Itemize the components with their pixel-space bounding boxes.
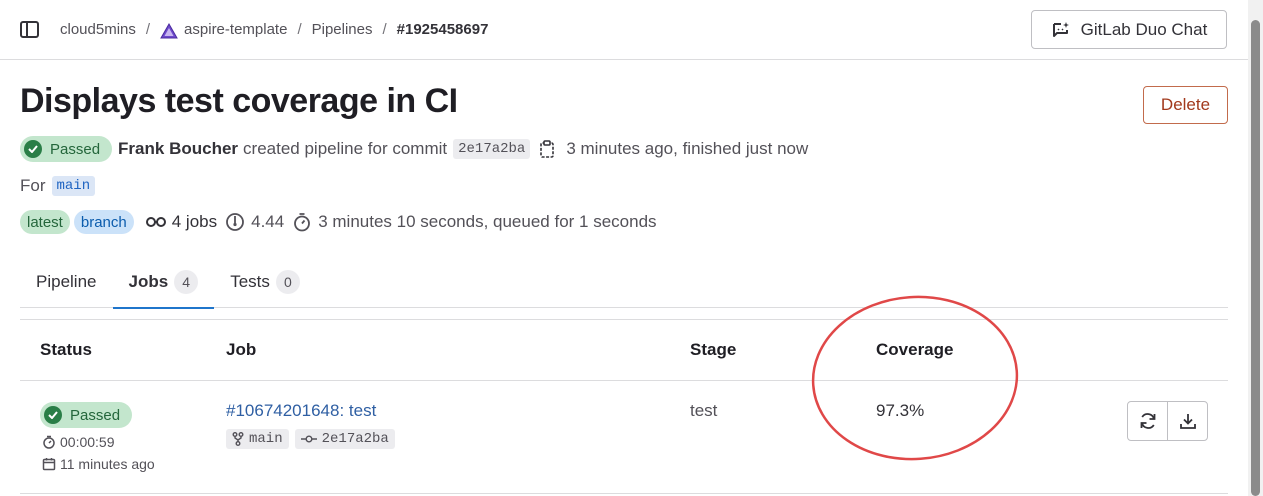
status-label: Passed — [50, 140, 101, 158]
compute-value: 4.44 — [251, 212, 285, 231]
duration-text: 3 minutes 10 seconds, queued for 1 secon… — [318, 212, 657, 231]
job-status-badge[interactable]: Passed — [40, 402, 133, 428]
breadcrumb-group[interactable]: cloud5mins — [60, 21, 136, 38]
scrollbar-thumb[interactable] — [1251, 20, 1260, 496]
breadcrumb-separator: / — [382, 21, 387, 38]
latest-badge[interactable]: latest — [20, 210, 70, 234]
breadcrumb-pipelines[interactable]: Pipelines — [312, 21, 373, 38]
compute-usage: 4.44 — [225, 212, 284, 232]
tab-label: Tests — [230, 272, 270, 291]
jobs-count-label: 4 jobs — [171, 212, 218, 231]
job-duration: 00:00:59 — [42, 434, 115, 450]
for-label: For — [20, 176, 46, 195]
breadcrumb: cloud5mins / aspire-template / Pipelines… — [60, 21, 488, 38]
job-commit-ref[interactable]: 2e17a2ba — [294, 429, 395, 449]
top-bar: cloud5mins / aspire-template / Pipelines… — [0, 0, 1248, 60]
column-header-coverage: Coverage — [876, 340, 954, 359]
column-header-stage: Stage — [690, 340, 737, 359]
job-branch-name: main — [249, 431, 283, 447]
stopwatch-icon — [43, 435, 55, 449]
status-badge[interactable]: Passed — [20, 136, 113, 162]
branch-badge[interactable]: branch — [73, 210, 134, 234]
check-circle-icon — [24, 140, 42, 158]
tab-count-badge: 4 — [174, 270, 199, 294]
time-text: 3 minutes ago, finished just now — [566, 139, 809, 158]
gauge-icon — [226, 213, 245, 231]
created-text: created pipeline for commit — [243, 139, 448, 158]
table-header: Status Job Stage Coverage — [20, 320, 1228, 381]
job-branch-ref[interactable]: main — [226, 429, 289, 449]
breadcrumb-current[interactable]: #1925458697 — [397, 21, 489, 38]
copy-icon[interactable] — [540, 140, 555, 158]
ref-row: For main — [20, 174, 96, 198]
pipeline-stats: latest branch 4 jobs 4.44 3 minutes 10 s… — [20, 209, 657, 235]
tab-count-badge: 0 — [275, 270, 300, 294]
duo-chat-icon — [1052, 21, 1069, 37]
retry-icon — [1140, 413, 1155, 429]
job-finished: 11 minutes ago — [42, 456, 155, 472]
job-link[interactable]: #10674201648: test — [226, 401, 376, 421]
pipeline-icon — [145, 217, 166, 227]
breadcrumb-separator: / — [297, 21, 302, 38]
commit-icon — [300, 435, 317, 443]
download-artifacts-button[interactable] — [1167, 401, 1208, 441]
duo-chat-label: GitLab Duo Chat — [1080, 19, 1208, 39]
job-coverage: 97.3% — [876, 401, 925, 420]
job-commit-sha: 2e17a2ba — [321, 431, 389, 447]
ref-link[interactable]: main — [51, 176, 96, 196]
tab-label: Pipeline — [36, 272, 97, 291]
job-status-label: Passed — [70, 406, 121, 424]
page-title: Displays test coverage in CI — [20, 82, 458, 120]
stopwatch-icon — [294, 213, 311, 232]
column-header-job: Job — [226, 340, 257, 359]
job-finished-value: 11 minutes ago — [60, 456, 155, 472]
tab-tests[interactable]: Tests 0 — [214, 256, 316, 308]
job-stage: test — [690, 401, 718, 420]
column-header-status: Status — [40, 340, 92, 359]
calendar-icon — [42, 458, 56, 471]
breadcrumb-project[interactable]: aspire-template — [184, 21, 287, 38]
tab-jobs[interactable]: Jobs 4 — [112, 256, 215, 309]
pipeline-meta: Passed Frank Boucher created pipeline fo… — [20, 136, 808, 162]
pipeline-tabs: Pipeline Jobs 4 Tests 0 — [20, 256, 1228, 309]
duration: 3 minutes 10 seconds, queued for 1 secon… — [292, 212, 657, 232]
tab-label: Jobs — [128, 272, 169, 291]
author-link[interactable]: Frank Boucher — [118, 139, 238, 159]
duo-chat-button[interactable]: GitLab Duo Chat — [1031, 10, 1227, 49]
download-icon — [1179, 414, 1196, 429]
check-circle-icon — [44, 406, 62, 424]
table-row: Passed 00:00:59 11 minutes ago #10674201… — [20, 381, 1228, 494]
commit-sha[interactable]: 2e17a2ba — [453, 139, 531, 159]
delete-button[interactable]: Delete — [1143, 86, 1228, 124]
retry-button[interactable] — [1127, 401, 1168, 441]
branch-icon — [232, 432, 244, 446]
job-refs: main 2e17a2ba — [226, 429, 401, 449]
sidebar-toggle-icon[interactable] — [20, 21, 39, 38]
jobs-count: 4 jobs — [145, 212, 218, 232]
breadcrumb-separator: / — [145, 21, 151, 38]
project-logo-icon — [160, 22, 178, 38]
job-duration-value: 00:00:59 — [60, 434, 115, 450]
tab-pipeline[interactable]: Pipeline — [20, 256, 113, 308]
